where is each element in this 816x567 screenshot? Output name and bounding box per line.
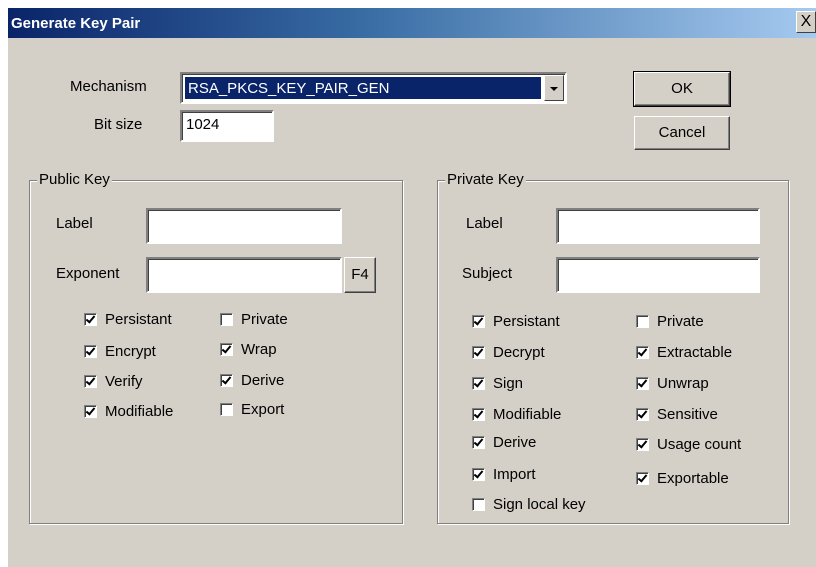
bit-size-input[interactable]: 1024 — [180, 110, 274, 142]
mechanism-selected-value: RSA_PKCS_KEY_PAIR_GEN — [185, 77, 541, 99]
public-key-title: Public Key — [37, 171, 112, 188]
private-usage-count-checkbox[interactable]: Usage count — [636, 436, 766, 456]
exponent-label: Exponent — [56, 265, 120, 282]
generate-key-pair-dialog: Generate Key Pair X Mechanism RSA_PKCS_K… — [8, 8, 816, 567]
private-decrypt-checkbox[interactable]: Decrypt — [472, 344, 582, 364]
private-exportable-checkbox[interactable]: Exportable — [636, 470, 766, 490]
private-label-input[interactable] — [556, 208, 760, 244]
public-label-label: Label — [56, 215, 93, 232]
dialog-title: Generate Key Pair — [11, 15, 141, 32]
mechanism-combo[interactable]: RSA_PKCS_KEY_PAIR_GEN — [180, 72, 567, 104]
public-private-checkbox[interactable]: Private — [220, 311, 320, 331]
private-modifiable-checkbox[interactable]: Modifiable — [472, 406, 582, 426]
bit-size-label: Bit size — [94, 116, 143, 133]
private-private-checkbox[interactable]: Private — [636, 313, 766, 333]
private-sensitive-checkbox[interactable]: Sensitive — [636, 406, 766, 426]
public-verify-checkbox[interactable]: Verify — [84, 373, 194, 393]
close-button[interactable]: X — [796, 11, 816, 33]
private-persistant-checkbox[interactable]: Persistant — [472, 313, 582, 333]
mechanism-label: Mechanism — [70, 78, 147, 95]
exponent-input[interactable] — [146, 257, 342, 293]
public-export-checkbox[interactable]: Export — [220, 401, 320, 421]
bit-size-value: 1024 — [186, 116, 220, 133]
f4-button[interactable]: F4 — [344, 257, 376, 293]
chevron-down-icon[interactable] — [544, 75, 564, 101]
private-unwrap-checkbox[interactable]: Unwrap — [636, 375, 766, 395]
private-import-checkbox[interactable]: Import — [472, 466, 582, 486]
private-key-group: Private Key Label Subject Persistant Dec… — [437, 171, 789, 524]
private-sign-checkbox[interactable]: Sign — [472, 375, 582, 395]
public-wrap-checkbox[interactable]: Wrap — [220, 341, 320, 361]
public-derive-checkbox[interactable]: Derive — [220, 372, 320, 392]
public-key-group: Public Key Label Exponent F4 Persistant … — [29, 171, 403, 524]
public-encrypt-checkbox[interactable]: Encrypt — [84, 343, 194, 363]
title-bar: Generate Key Pair — [8, 8, 816, 38]
private-derive-checkbox[interactable]: Derive — [472, 434, 582, 454]
private-key-title: Private Key — [445, 171, 526, 188]
private-extractable-checkbox[interactable]: Extractable — [636, 344, 766, 364]
ok-button[interactable]: OK — [633, 71, 731, 107]
sign-local-key-checkbox[interactable]: Sign local key — [472, 496, 612, 516]
subject-input[interactable] — [556, 257, 760, 293]
private-label-label: Label — [466, 215, 503, 232]
subject-label: Subject — [462, 265, 513, 282]
public-modifiable-checkbox[interactable]: Modifiable — [84, 403, 194, 423]
cancel-button[interactable]: Cancel — [634, 116, 730, 150]
public-persistant-checkbox[interactable]: Persistant — [84, 311, 194, 331]
public-label-input[interactable] — [146, 208, 342, 244]
